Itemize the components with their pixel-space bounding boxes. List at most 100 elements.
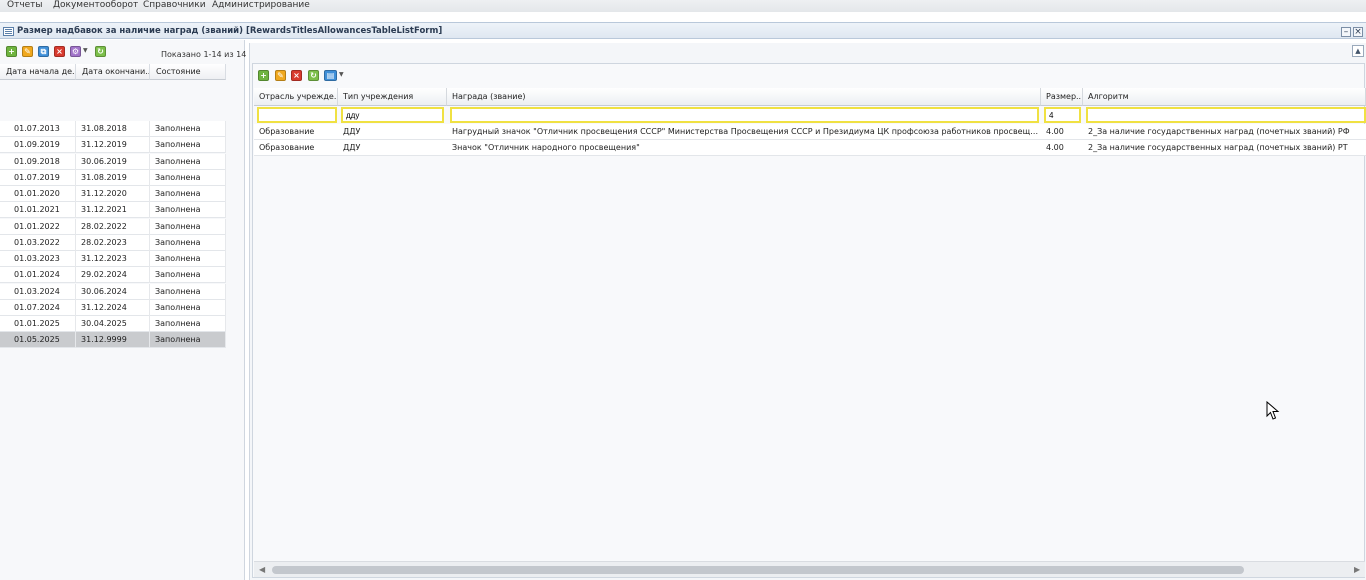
column-header-end-date[interactable]: Дата окончани... (76, 64, 150, 80)
cell-award: Нагрудный значок "Отличник просвещения С… (452, 127, 1041, 136)
column-header-status[interactable]: Состояние (150, 64, 226, 80)
cell-institution-type: ДДУ (343, 127, 361, 136)
table-row[interactable]: Образование ДДУ Значок "Отличник народного… (254, 140, 1366, 156)
column-header-size[interactable]: Размер... (1041, 88, 1083, 106)
cell-status: Заполнена (150, 234, 226, 251)
scroll-right-icon[interactable]: ▶ (1354, 565, 1360, 574)
cell-start-date: 01.01.2025 (0, 316, 76, 332)
filter-size-input[interactable] (1044, 107, 1081, 123)
horizontal-scrollbar[interactable]: ◀ ▶ (254, 561, 1365, 577)
refresh-icon[interactable]: ↻ (308, 70, 319, 81)
cell-status: Заполнена (150, 202, 226, 219)
table-row[interactable]: 01.07.2013 31.08.2018 Заполнена (0, 121, 226, 137)
refresh-icon[interactable]: ↻ (95, 46, 106, 57)
filter-branch-input[interactable] (257, 107, 337, 123)
menu-references[interactable]: Справочники (143, 0, 206, 11)
cell-start-date: 01.03.2023 (0, 251, 76, 267)
cell-start-date: 01.07.2019 (0, 169, 76, 186)
cell-end-date: 30.06.2024 (76, 283, 150, 300)
chevron-down-icon[interactable]: ▼ (83, 47, 88, 54)
cell-start-date: 01.01.2020 (0, 186, 76, 202)
table-row[interactable]: 01.01.2025 30.04.2025 Заполнена (0, 316, 226, 332)
cell-start-date: 01.09.2019 (0, 137, 76, 154)
cell-end-date: 30.06.2019 (76, 153, 150, 170)
collapse-icon[interactable]: ▲ (1352, 45, 1364, 57)
cell-branch: Образование (259, 143, 315, 152)
table-row[interactable]: 01.01.2020 31.12.2020 Заполнена (0, 186, 226, 202)
add-icon[interactable]: + (258, 70, 269, 81)
cell-status: Заполнена (150, 121, 226, 137)
left-toolbar: + ✎ ⧉ × ⚙ ▼ ↻ Показано 1-14 из 14 (0, 44, 247, 60)
menu-documents[interactable]: Документооборот (53, 0, 138, 11)
cell-end-date: 29.02.2024 (76, 267, 150, 284)
table-row[interactable]: 01.09.2018 30.06.2019 Заполнена (0, 153, 226, 170)
cell-end-date: 31.12.2024 (76, 299, 150, 316)
print-icon[interactable]: ▤ (324, 70, 337, 81)
table-row[interactable]: 01.01.2022 28.02.2022 Заполнена (0, 218, 226, 235)
filter-algorithm-input[interactable] (1086, 107, 1366, 123)
column-header-algorithm[interactable]: Алгоритм (1083, 88, 1366, 106)
window-icon (3, 27, 14, 36)
cell-algorithm: 2_За наличие государственных наград (поч… (1088, 143, 1348, 152)
cell-end-date: 31.08.2018 (76, 121, 150, 137)
filter-award-input[interactable] (450, 107, 1039, 123)
table-row[interactable]: Образование ДДУ Нагрудный значок "Отличник… (254, 124, 1366, 140)
window-title: Размер надбавок за наличие наград (звани… (17, 26, 443, 36)
delete-icon[interactable]: × (54, 46, 65, 57)
cell-status: Заполнена (150, 251, 226, 267)
cell-start-date: 01.03.2024 (0, 283, 76, 300)
chevron-down-icon[interactable]: ▼ (339, 71, 344, 78)
add-icon[interactable]: + (6, 46, 17, 57)
edit-icon[interactable]: ✎ (275, 70, 286, 81)
cell-end-date: 28.02.2023 (76, 234, 150, 251)
edit-icon[interactable]: ✎ (22, 46, 33, 57)
column-header-institution-type[interactable]: Тип учреждения (338, 88, 447, 106)
cell-algorithm: 2_За наличие государственных наград (поч… (1088, 127, 1350, 136)
table-row[interactable]: 01.07.2024 31.12.2024 Заполнена (0, 299, 226, 316)
cell-start-date: 01.03.2022 (0, 234, 76, 251)
table-row[interactable]: 01.01.2021 31.12.2021 Заполнена (0, 202, 226, 219)
cell-start-date: 01.05.2025 (0, 332, 76, 349)
cell-branch: Образование (259, 127, 315, 136)
cell-status: Заполнена (150, 332, 226, 349)
right-panel: ▲ + ✎ × ↻ ▤ ▼ Отрасль учрежде... Тип учр… (249, 43, 1366, 580)
filter-institution-type-input[interactable] (341, 107, 444, 123)
cell-size: 4.00 (1046, 127, 1064, 136)
cell-end-date: 30.04.2025 (76, 316, 150, 332)
table-row[interactable]: 01.03.2023 31.12.2023 Заполнена (0, 251, 226, 267)
records-count: Показано 1-14 из 14 (161, 50, 247, 59)
cell-end-date: 28.02.2022 (76, 218, 150, 235)
close-icon[interactable]: × (1353, 27, 1363, 37)
column-header-branch[interactable]: Отрасль учрежде... (254, 88, 338, 106)
table-row[interactable]: 01.09.2019 31.12.2019 Заполнена (0, 137, 226, 154)
menu-administration[interactable]: Администрирование (212, 0, 310, 11)
cell-end-date: 31.08.2019 (76, 169, 150, 186)
cell-status: Заполнена (150, 137, 226, 154)
settings-icon[interactable]: ⚙ (70, 46, 81, 57)
scrollbar-thumb[interactable] (272, 566, 1244, 574)
table-row[interactable]: 01.05.2025 31.12.9999 Заполнена (0, 332, 226, 349)
menu-reports[interactable]: Отчеты (7, 0, 43, 11)
cell-award: Значок "Отличник народного просвещения" (452, 143, 640, 152)
table-row[interactable]: 01.03.2022 28.02.2023 Заполнена (0, 234, 226, 251)
copy-icon[interactable]: ⧉ (38, 46, 49, 57)
cell-status: Заполнена (150, 283, 226, 300)
cell-start-date: 01.01.2021 (0, 202, 76, 219)
table-row[interactable]: 01.03.2024 30.06.2024 Заполнена (0, 283, 226, 300)
cell-start-date: 01.07.2024 (0, 299, 76, 316)
cell-end-date: 31.12.9999 (76, 332, 150, 349)
cell-status: Заполнена (150, 169, 226, 186)
column-header-start-date[interactable]: Дата начала де... (0, 64, 76, 80)
cell-end-date: 31.12.2021 (76, 202, 150, 219)
table-row[interactable]: 01.01.2024 29.02.2024 Заполнена (0, 267, 226, 284)
minimize-icon[interactable]: – (1341, 27, 1351, 37)
cell-end-date: 31.12.2023 (76, 251, 150, 267)
cell-start-date: 01.09.2018 (0, 153, 76, 170)
mouse-cursor-icon (1266, 401, 1280, 420)
cell-status: Заполнена (150, 186, 226, 202)
delete-icon[interactable]: × (291, 70, 302, 81)
column-header-award[interactable]: Награда (звание) (447, 88, 1041, 106)
cell-start-date: 01.01.2022 (0, 218, 76, 235)
table-row[interactable]: 01.07.2019 31.08.2019 Заполнена (0, 169, 226, 186)
scroll-left-icon[interactable]: ◀ (259, 565, 265, 574)
